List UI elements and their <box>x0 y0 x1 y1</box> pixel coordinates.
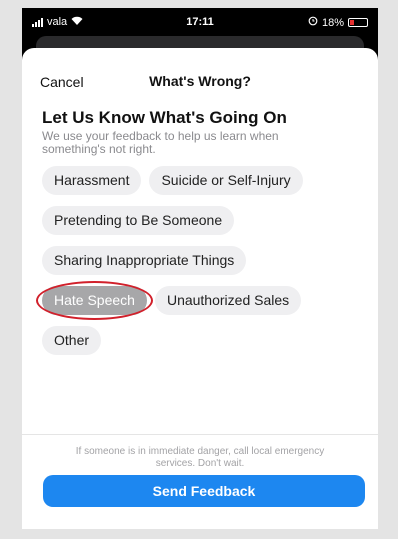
phone-screen: vala 17:11 18% Cancel What's Wrong? Let … <box>22 8 378 529</box>
options-row: Pretending to Be Someone <box>42 206 362 235</box>
footer-divider <box>22 434 378 435</box>
battery-icon <box>348 18 368 27</box>
battery-percent: 18% <box>321 16 344 29</box>
options-row: Harassment Suicide or Self-Injury <box>42 166 362 195</box>
option-sharing-inappropriate-things[interactable]: Sharing Inappropriate Things <box>42 246 247 275</box>
page-subtitle: We use your feedback to help us learn wh… <box>42 129 279 156</box>
feedback-sheet: Cancel What's Wrong? Let Us Know What's … <box>22 48 378 529</box>
option-pretending-to-be-someone[interactable]: Pretending to Be Someone <box>42 206 235 235</box>
option-hate-speech[interactable]: Hate Speech <box>36 281 153 320</box>
send-feedback-button[interactable]: Send Feedback <box>43 475 365 507</box>
option-other[interactable]: Other <box>42 326 102 355</box>
status-right: 18% <box>308 16 368 29</box>
page-heading: Let Us Know What's Going On <box>42 108 287 127</box>
option-suicide-self-injury[interactable]: Suicide or Self-Injury <box>149 166 303 195</box>
emergency-note: If someone is in immediate danger, call … <box>75 446 325 469</box>
options-list: Harassment Suicide or Self-Injury Preten… <box>36 166 362 366</box>
options-row: Other <box>42 326 362 355</box>
options-row: Sharing Inappropriate Things <box>42 246 362 275</box>
nav-bar: Cancel What's Wrong? <box>22 48 378 96</box>
options-row: Hate Speech Unauthorized Sales <box>36 281 362 320</box>
annotation-circle <box>36 281 153 320</box>
status-bar: vala 17:11 18% <box>22 8 378 36</box>
alarm-icon <box>308 16 318 29</box>
option-harassment[interactable]: Harassment <box>42 166 142 195</box>
nav-title: What's Wrong? <box>149 73 251 89</box>
option-unauthorized-sales[interactable]: Unauthorized Sales <box>154 286 302 315</box>
